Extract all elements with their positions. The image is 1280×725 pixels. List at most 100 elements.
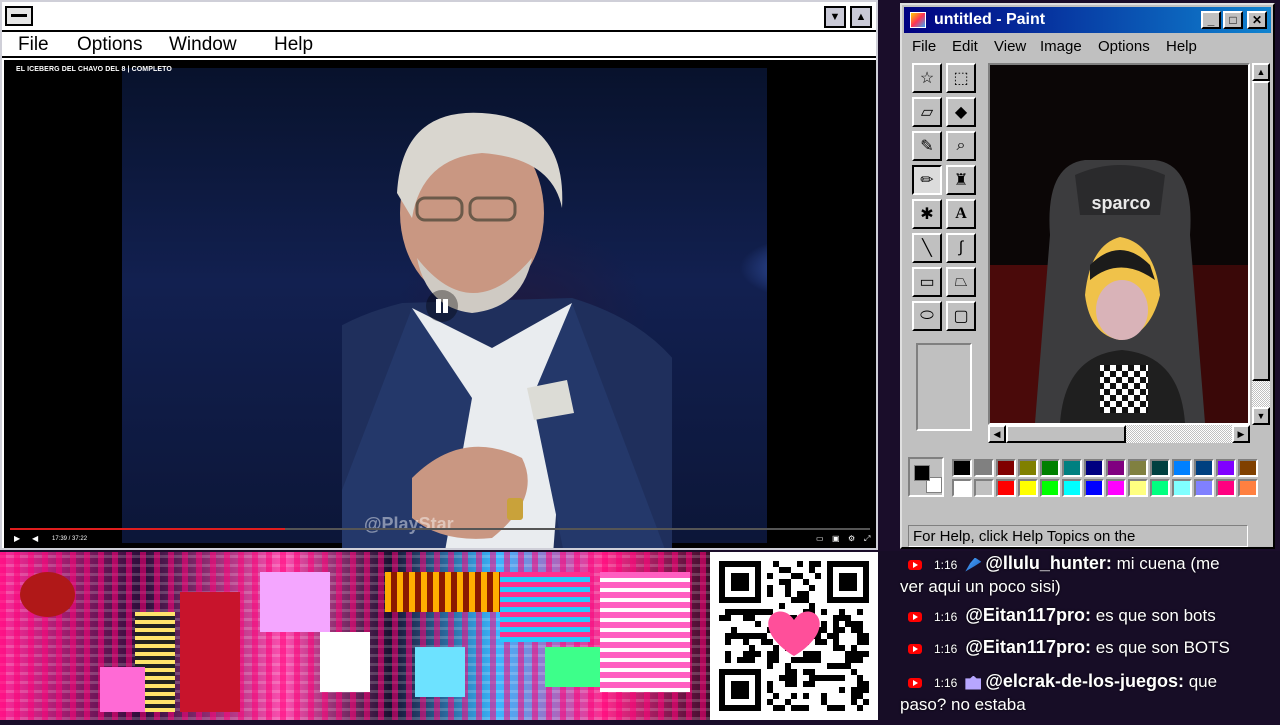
pause-icon[interactable] bbox=[426, 290, 458, 322]
menu-window[interactable]: Window bbox=[169, 34, 237, 56]
paint-maximize-button[interactable]: □ bbox=[1223, 11, 1243, 29]
chat-message: 1:16 @Eitan117pro: es que son bots bbox=[878, 604, 1280, 628]
video-window-titlebar: ▼ ▲ bbox=[2, 2, 876, 32]
video-progress-bar[interactable] bbox=[10, 528, 870, 530]
menu-file[interactable]: File bbox=[18, 34, 49, 56]
paint-menu-file[interactable]: File bbox=[912, 38, 936, 55]
palette-swatch[interactable] bbox=[1062, 459, 1082, 477]
youtube-icon bbox=[908, 677, 922, 688]
palette-swatch[interactable] bbox=[1238, 479, 1258, 497]
tool-options-box[interactable] bbox=[916, 343, 972, 431]
scroll-left-icon[interactable]: ◀ bbox=[988, 425, 1006, 443]
live-chat: 1:16 @llulu_hunter: mi cuena (me ver aqui… bbox=[878, 551, 1280, 720]
canvas-vertical-scrollbar[interactable]: ▲ ▼ bbox=[1252, 63, 1270, 425]
palette-swatch[interactable] bbox=[974, 479, 994, 497]
palette-swatch[interactable] bbox=[1106, 479, 1126, 497]
palette-swatch[interactable] bbox=[1128, 479, 1148, 497]
paint-menu-edit[interactable]: Edit bbox=[952, 38, 978, 55]
paint-minimize-button[interactable]: _ bbox=[1201, 11, 1221, 29]
vertical-scroll-thumb[interactable] bbox=[1252, 81, 1270, 381]
video-menubar: File Options Window Help bbox=[2, 32, 876, 58]
color-picker-icon[interactable]: ✎ bbox=[912, 131, 942, 161]
minimize-button[interactable]: ▼ bbox=[824, 6, 846, 28]
video-area[interactable]: EL ICEBERG DEL CHAVO DEL 8 | COMPLETO @P… bbox=[4, 60, 876, 548]
menu-help[interactable]: Help bbox=[274, 34, 313, 56]
palette-swatch[interactable] bbox=[1084, 479, 1104, 497]
palette-swatch[interactable] bbox=[996, 459, 1016, 477]
chat-text: mi cuena (me bbox=[1116, 554, 1220, 573]
free-select-icon[interactable]: ☆ bbox=[912, 63, 942, 93]
fullscreen-icon[interactable]: ⤢ bbox=[864, 534, 870, 544]
palette-swatch[interactable] bbox=[1040, 479, 1060, 497]
chat-message: 1:16 @llulu_hunter: mi cuena (me ver aqui… bbox=[878, 552, 1280, 598]
color-palette bbox=[908, 455, 1258, 503]
scroll-right-icon[interactable]: ▶ bbox=[1232, 425, 1250, 443]
pencil-icon[interactable]: ✏ bbox=[912, 165, 942, 195]
palette-swatch[interactable] bbox=[952, 459, 972, 477]
magnifier-icon[interactable]: ⌕ bbox=[946, 131, 976, 161]
polygon-icon[interactable]: ⏢ bbox=[946, 267, 976, 297]
brush-icon[interactable]: ♜ bbox=[946, 165, 976, 195]
palette-swatch[interactable] bbox=[1062, 479, 1082, 497]
curve-icon[interactable]: ∫ bbox=[946, 233, 976, 263]
ellipse-icon[interactable]: ⬭ bbox=[912, 301, 942, 331]
airbrush-icon[interactable]: ✱ bbox=[912, 199, 942, 229]
chat-username: @Eitan117pro: bbox=[965, 637, 1091, 657]
palette-swatch[interactable] bbox=[1084, 459, 1104, 477]
canvas-horizontal-scrollbar[interactable]: ◀ ▶ bbox=[988, 425, 1250, 443]
paint-menu-image[interactable]: Image bbox=[1040, 38, 1082, 55]
paint-app-icon bbox=[910, 12, 926, 28]
qr-code bbox=[710, 552, 878, 720]
menu-options[interactable]: Options bbox=[77, 34, 142, 56]
current-colors[interactable] bbox=[908, 457, 944, 497]
palette-swatch[interactable] bbox=[952, 479, 972, 497]
line-icon[interactable]: ╲ bbox=[912, 233, 942, 263]
captions-icon[interactable]: ▭ bbox=[816, 534, 824, 543]
video-controls: ▶ ◀ 17:39 / 37:22 ▭ ▣ ⚙ ⤢ bbox=[4, 532, 876, 548]
palette-swatch[interactable] bbox=[1150, 479, 1170, 497]
chat-timestamp: 1:16 bbox=[934, 610, 958, 624]
paint-menu-view[interactable]: View bbox=[994, 38, 1026, 55]
chat-text-continued: ver aqui un poco sisi) bbox=[900, 577, 1061, 596]
miniplayer-icon[interactable]: ▣ bbox=[832, 534, 840, 543]
video-progress-fill bbox=[10, 528, 286, 530]
eraser-icon[interactable]: ▱ bbox=[912, 97, 942, 127]
scroll-up-icon[interactable]: ▲ bbox=[1252, 63, 1270, 81]
rounded-rect-icon[interactable]: ▢ bbox=[946, 301, 976, 331]
palette-swatch[interactable] bbox=[1172, 459, 1192, 477]
video-time: 17:39 / 37:22 bbox=[52, 536, 88, 542]
palette-swatch[interactable] bbox=[1194, 459, 1214, 477]
palette-swatch[interactable] bbox=[1216, 459, 1236, 477]
fill-bucket-icon[interactable]: ◆ bbox=[946, 97, 976, 127]
paint-titlebar: untitled - Paint _ □ ✕ bbox=[904, 7, 1271, 33]
rectangle-icon[interactable]: ▭ bbox=[912, 267, 942, 297]
palette-swatch[interactable] bbox=[1040, 459, 1060, 477]
text-tool-icon[interactable]: A bbox=[946, 199, 976, 229]
paint-close-button[interactable]: ✕ bbox=[1247, 11, 1267, 29]
paint-window: untitled - Paint _ □ ✕ File Edit View Im… bbox=[900, 3, 1275, 549]
scroll-down-icon[interactable]: ▼ bbox=[1252, 407, 1270, 425]
palette-swatch[interactable] bbox=[1018, 459, 1038, 477]
palette-swatch[interactable] bbox=[1216, 479, 1236, 497]
system-menu-button[interactable] bbox=[5, 6, 33, 26]
rect-select-icon[interactable]: ⬚ bbox=[946, 63, 976, 93]
paint-menu-help[interactable]: Help bbox=[1166, 38, 1197, 55]
palette-swatch[interactable] bbox=[1150, 459, 1170, 477]
paint-menu-options[interactable]: Options bbox=[1098, 38, 1150, 55]
palette-swatch[interactable] bbox=[1128, 459, 1148, 477]
palette-swatch[interactable] bbox=[1172, 479, 1192, 497]
chat-message: 1:16 @Eitan117pro: es que son BOTS bbox=[878, 636, 1280, 660]
settings-icon[interactable]: ⚙ bbox=[848, 534, 855, 543]
volume-icon[interactable]: ◀ bbox=[32, 534, 38, 543]
play-icon[interactable]: ▶ bbox=[14, 534, 20, 543]
palette-swatch[interactable] bbox=[1238, 459, 1258, 477]
palette-swatch[interactable] bbox=[1106, 459, 1126, 477]
palette-swatch[interactable] bbox=[974, 459, 994, 477]
horizontal-scroll-thumb[interactable] bbox=[1006, 425, 1126, 443]
paint-status-bar: For Help, click Help Topics on the bbox=[908, 525, 1248, 547]
palette-swatch[interactable] bbox=[1194, 479, 1214, 497]
paint-canvas[interactable]: sparco bbox=[988, 63, 1250, 425]
palette-swatch[interactable] bbox=[1018, 479, 1038, 497]
maximize-button[interactable]: ▲ bbox=[850, 6, 872, 28]
palette-swatch[interactable] bbox=[996, 479, 1016, 497]
